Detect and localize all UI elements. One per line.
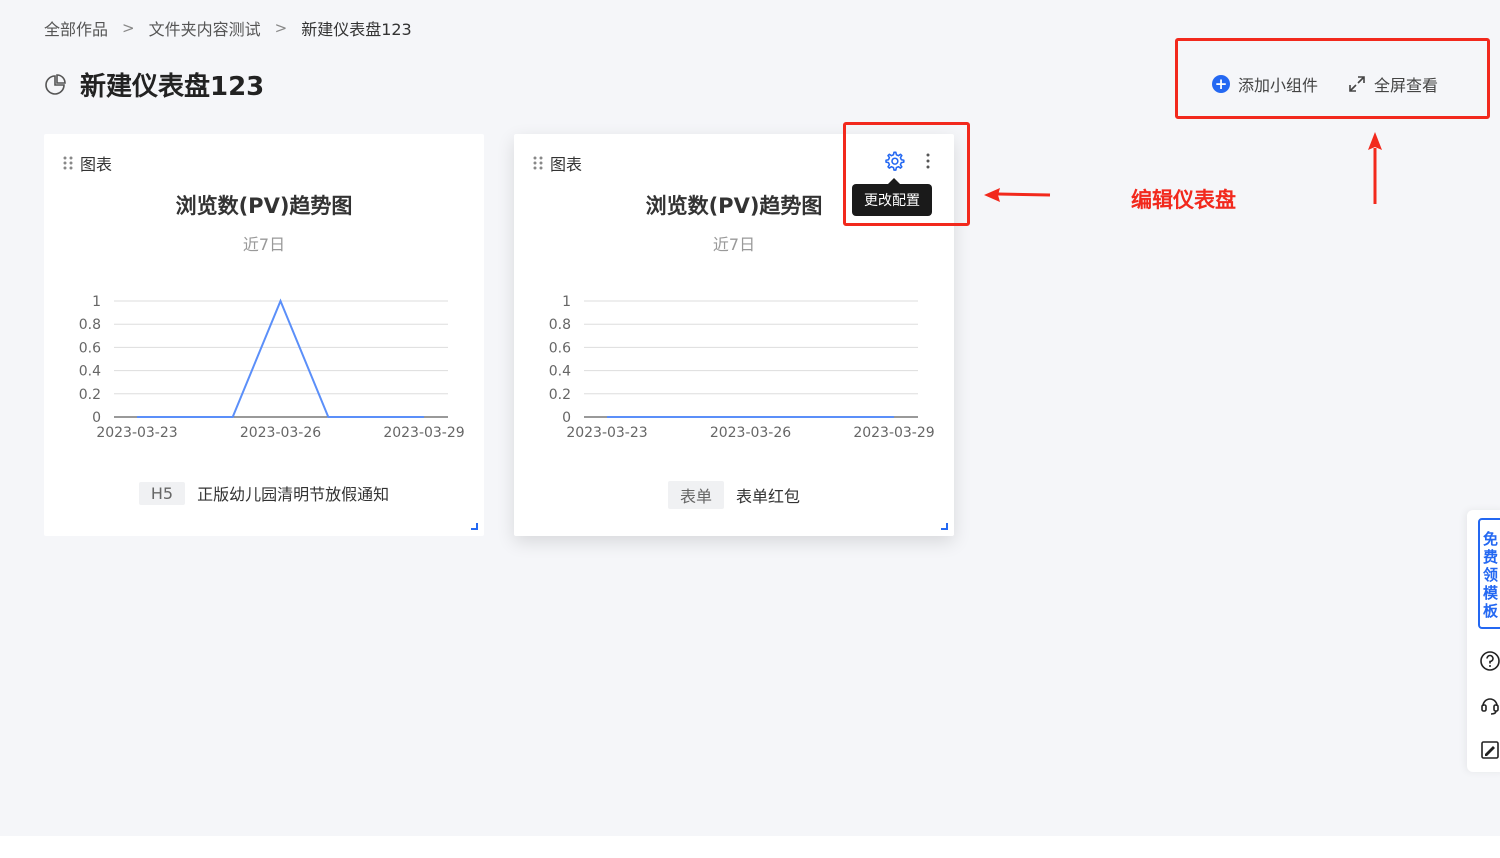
drag-handle-icon[interactable] bbox=[62, 155, 74, 171]
breadcrumb-item-current: 新建仪表盘123 bbox=[301, 20, 412, 39]
breadcrumb-item-folder[interactable]: 文件夹内容测试 bbox=[149, 16, 261, 40]
x-tick-label: 2023-03-23 bbox=[566, 425, 647, 441]
y-tick-label: 0.8 bbox=[79, 317, 101, 333]
annotation-box-settings bbox=[843, 122, 970, 226]
drag-handle-icon[interactable] bbox=[532, 155, 544, 171]
y-tick-label: 0.4 bbox=[79, 364, 101, 380]
page-header: 新建仪表盘123 bbox=[44, 66, 264, 103]
free-template-button[interactable]: 免 费 领 模 板 bbox=[1478, 518, 1500, 629]
widget-source: H5 正版幼儿园清明节放假通知 bbox=[44, 481, 484, 505]
breadcrumb: 全部作品 > 文件夹内容测试 > 新建仪表盘123 bbox=[44, 16, 412, 40]
widget-type-label: 图表 bbox=[550, 155, 583, 174]
y-tick-label: 0 bbox=[562, 410, 571, 426]
x-tick-label: 2023-03-23 bbox=[96, 425, 177, 441]
x-tick-label: 2023-03-29 bbox=[853, 425, 934, 441]
pie-chart-icon bbox=[45, 73, 66, 95]
y-tick-label: 1 bbox=[562, 294, 571, 310]
breadcrumb-item-all-works[interactable]: 全部作品 bbox=[44, 16, 108, 40]
chart-title: 浏览数(PV)趋势图 bbox=[175, 194, 353, 218]
source-type-tag: 表单 bbox=[667, 481, 724, 509]
y-tick-label: 1 bbox=[92, 294, 101, 310]
feedback-icon[interactable] bbox=[1479, 739, 1500, 761]
y-tick-label: 0 bbox=[92, 410, 101, 426]
annotation-box-actions bbox=[1175, 38, 1490, 119]
y-tick-label: 0.4 bbox=[549, 364, 571, 380]
template-button-char: 领 bbox=[1483, 566, 1499, 584]
x-tick-label: 2023-03-26 bbox=[710, 425, 791, 441]
widget-source: 表单 表单红包 bbox=[514, 481, 954, 509]
template-button-char: 免 bbox=[1483, 530, 1499, 548]
series-line bbox=[137, 298, 424, 418]
dashboard-page: 全部作品 > 文件夹内容测试 > 新建仪表盘123 新建仪表盘123 + 添加小… bbox=[0, 0, 1500, 858]
chart-widget-card[interactable]: 图表 浏览数(PV)趋势图 近7日 0 0.2 0.4 0.6 0.8 1 2023-03-… bbox=[44, 134, 484, 536]
page-title: 新建仪表盘123 bbox=[80, 72, 265, 102]
source-name: 正版幼儿园清明节放假通知 bbox=[197, 485, 390, 504]
source-type-tag: H5 bbox=[138, 481, 186, 505]
template-button-char: 板 bbox=[1483, 602, 1499, 620]
widget-header: 图表 bbox=[62, 151, 112, 175]
x-tick-label: 2023-03-26 bbox=[240, 425, 321, 441]
chart-subtitle: 近7日 bbox=[712, 235, 756, 254]
floating-side-panel: 免 费 领 模 板 bbox=[1467, 510, 1500, 772]
customer-service-icon[interactable] bbox=[1479, 694, 1500, 716]
y-tick-label: 0.2 bbox=[549, 387, 571, 403]
line-chart: 0 0.2 0.4 0.6 0.8 1 2023-03-23 2023-03-26 2023-0… bbox=[549, 294, 935, 441]
widget-type-label: 图表 bbox=[80, 155, 113, 174]
bottom-strip bbox=[0, 836, 1500, 858]
y-tick-label: 0.6 bbox=[549, 340, 571, 356]
y-tick-label: 0.8 bbox=[549, 317, 571, 333]
template-button-char: 费 bbox=[1483, 548, 1499, 566]
annotation-arrow-left-icon bbox=[984, 188, 1051, 202]
annotation-label: 编辑仪表盘 bbox=[1131, 188, 1236, 212]
widget-header: 图表 bbox=[532, 151, 582, 175]
template-button-char: 模 bbox=[1483, 584, 1499, 602]
line-chart: 0 0.2 0.4 0.6 0.8 1 2023-03-23 2023-03-26 2023-0… bbox=[79, 294, 465, 441]
resize-handle-icon[interactable] bbox=[471, 523, 478, 530]
x-tick-label: 2023-03-29 bbox=[383, 425, 464, 441]
annotation-arrow-up-icon bbox=[1368, 132, 1382, 204]
y-tick-label: 0.2 bbox=[79, 387, 101, 403]
source-name: 表单红包 bbox=[736, 487, 801, 506]
y-tick-label: 0.6 bbox=[79, 340, 101, 356]
help-icon[interactable] bbox=[1479, 650, 1500, 672]
breadcrumb-separator: > bbox=[122, 19, 135, 37]
breadcrumb-separator: > bbox=[274, 19, 288, 37]
chart-subtitle: 近7日 bbox=[242, 235, 286, 254]
resize-handle-icon[interactable] bbox=[941, 523, 948, 530]
